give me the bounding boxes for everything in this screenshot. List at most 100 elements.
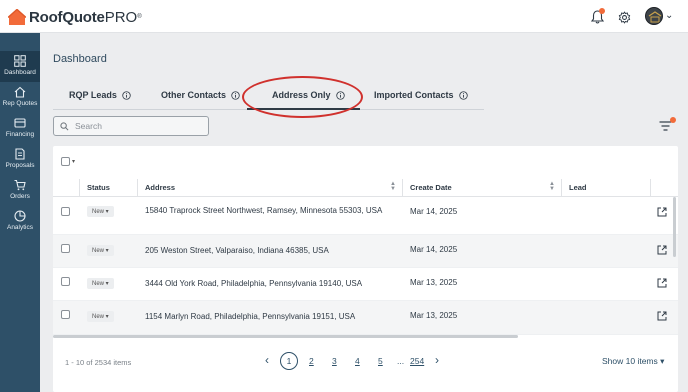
- table-row: New ▾ 3444 Old York Road, Philadelphia, …: [53, 268, 678, 301]
- info-icon[interactable]: [231, 90, 240, 100]
- page-number: 4: [355, 356, 360, 366]
- page-number: 2: [309, 356, 314, 366]
- table-row: New ▾ 1154 Marlyn Road, Philadelphia, Pe…: [53, 301, 678, 335]
- sidebar-item-label: Analytics: [6, 224, 33, 231]
- column-header-address[interactable]: Address: [145, 183, 175, 192]
- page-button[interactable]: 4: [355, 356, 360, 366]
- page-button[interactable]: 254: [410, 356, 424, 366]
- column-divider: [561, 179, 562, 197]
- status-label: New: [92, 313, 105, 320]
- sidebar-item-label: Proposals: [5, 162, 35, 169]
- page-size-select[interactable]: Show 10 items ▾: [602, 356, 664, 367]
- contacts-table-card: ▾ Status Address ▲ ▼ Create Date ▲ ▼ Lead …: [53, 146, 678, 392]
- dashboard-icon: [14, 55, 26, 67]
- financing-icon: [14, 118, 26, 128]
- avatar-image: [646, 8, 662, 24]
- tab-label: RQP Leads: [69, 90, 117, 100]
- sidebar-item-rep-quotes[interactable]: Rep Quotes: [0, 82, 40, 113]
- page-number: 3: [332, 356, 337, 366]
- info-icon[interactable]: [458, 90, 468, 100]
- sort-icon[interactable]: ▲ ▼: [549, 181, 555, 192]
- row-checkbox[interactable]: [61, 310, 70, 319]
- row-checkbox[interactable]: [61, 277, 70, 286]
- previous-page-button[interactable]: ‹: [265, 353, 269, 367]
- status-label: New: [92, 208, 105, 215]
- row-checkbox[interactable]: [61, 207, 70, 216]
- open-external-icon[interactable]: [657, 245, 667, 255]
- open-external-icon[interactable]: [657, 311, 667, 321]
- create-date-cell: Mar 14, 2025: [410, 207, 458, 216]
- page-number: 5: [378, 356, 383, 366]
- table-header: Status Address ▲ ▼ Create Date ▲ ▼ Lead: [53, 179, 678, 197]
- open-external-icon[interactable]: [657, 207, 667, 217]
- tab-imported-contacts[interactable]: Imported Contacts: [374, 90, 468, 100]
- column-header-lead: Lead: [569, 183, 587, 192]
- info-icon[interactable]: [122, 90, 131, 100]
- status-label: New: [92, 247, 105, 254]
- tab-rqp-leads[interactable]: RQP Leads: [69, 90, 131, 100]
- sidebar-item-dashboard[interactable]: Dashboard: [0, 51, 40, 82]
- page-button[interactable]: 5: [378, 356, 383, 366]
- sidebar-item-label: Financing: [5, 131, 35, 138]
- status-dropdown[interactable]: New ▾: [87, 245, 114, 256]
- tab-other-contacts[interactable]: Other Contacts: [161, 90, 240, 100]
- table-row: New ▾ 205 Weston Street, Valparaiso, Ind…: [53, 235, 678, 268]
- page-size-label: Show 10 items: [602, 356, 658, 366]
- annotation-ellipse: [242, 76, 363, 118]
- page-number: 254: [410, 356, 425, 366]
- vertical-scrollbar[interactable]: [673, 197, 676, 257]
- sort-icon[interactable]: ▲ ▼: [390, 181, 396, 192]
- sidebar-item-proposals[interactable]: Proposals: [0, 144, 40, 175]
- create-date-cell: Mar 13, 2025: [410, 311, 458, 320]
- page-ellipsis: ...: [397, 356, 405, 366]
- sidebar-item-financing[interactable]: Financing: [0, 113, 40, 144]
- next-page-button[interactable]: ›: [435, 353, 439, 367]
- chevron-down-icon[interactable]: ⌄: [665, 10, 673, 21]
- analytics-icon: [14, 210, 26, 222]
- sidebar: Dashboard Rep Quotes Financing Proposals…: [0, 33, 40, 392]
- document-icon: [15, 148, 25, 160]
- sidebar-item-label: Dashboard: [4, 69, 36, 76]
- sidebar-item-label: Rep Quotes: [2, 100, 38, 107]
- address-cell: 3444 Old York Road, Philadelphia, Pennsy…: [145, 279, 363, 288]
- user-avatar[interactable]: [645, 7, 663, 25]
- status-label: New: [92, 280, 105, 287]
- column-divider: [402, 179, 403, 197]
- status-dropdown[interactable]: New ▾: [87, 278, 114, 289]
- brand-registered: ®: [137, 14, 142, 20]
- sidebar-item-analytics[interactable]: Analytics: [0, 206, 40, 237]
- pagination: ‹ 1 2 3 4 5 ... 254 ›: [53, 352, 678, 371]
- address-cell: 1154 Marlyn Road, Philadelphia, Pennsylv…: [145, 312, 356, 321]
- notification-dot: [599, 8, 605, 14]
- page-button[interactable]: 2: [309, 356, 314, 366]
- filter-badge: [670, 117, 676, 123]
- page-button[interactable]: 3: [332, 356, 337, 366]
- notifications-button[interactable]: [588, 8, 606, 26]
- open-external-icon[interactable]: [657, 278, 667, 288]
- address-cell: 205 Weston Street, Valparaiso, Indiana 4…: [145, 246, 329, 255]
- search-input[interactable]: [75, 121, 195, 131]
- column-divider: [79, 179, 80, 197]
- horizontal-scrollbar[interactable]: [53, 335, 518, 338]
- brand-name: RoofQuote: [29, 8, 105, 26]
- table-row: New ▾ 15840 Traprock Street Northwest, R…: [53, 198, 678, 235]
- search-box[interactable]: [53, 116, 209, 136]
- status-dropdown[interactable]: New ▾: [87, 311, 114, 322]
- caret-down-icon[interactable]: ▾: [72, 158, 75, 165]
- column-divider: [650, 179, 651, 197]
- settings-button[interactable]: [615, 8, 633, 26]
- app-logo[interactable]: RoofQuote PRO ®: [8, 7, 142, 27]
- house-icon: [14, 86, 26, 98]
- select-all-control[interactable]: ▾: [61, 157, 75, 166]
- gear-icon: [618, 11, 630, 23]
- search-icon: [60, 121, 69, 130]
- top-bar: RoofQuote PRO ® ⌄: [0, 0, 688, 33]
- select-all-checkbox[interactable]: [61, 157, 70, 166]
- sidebar-item-orders[interactable]: Orders: [0, 175, 40, 206]
- page-title: Dashboard: [53, 53, 107, 65]
- row-checkbox[interactable]: [61, 244, 70, 253]
- sidebar-item-label: Orders: [10, 193, 30, 200]
- status-dropdown[interactable]: New ▾: [87, 206, 114, 217]
- page-button-current[interactable]: 1: [280, 352, 298, 370]
- column-header-create-date[interactable]: Create Date: [410, 183, 452, 192]
